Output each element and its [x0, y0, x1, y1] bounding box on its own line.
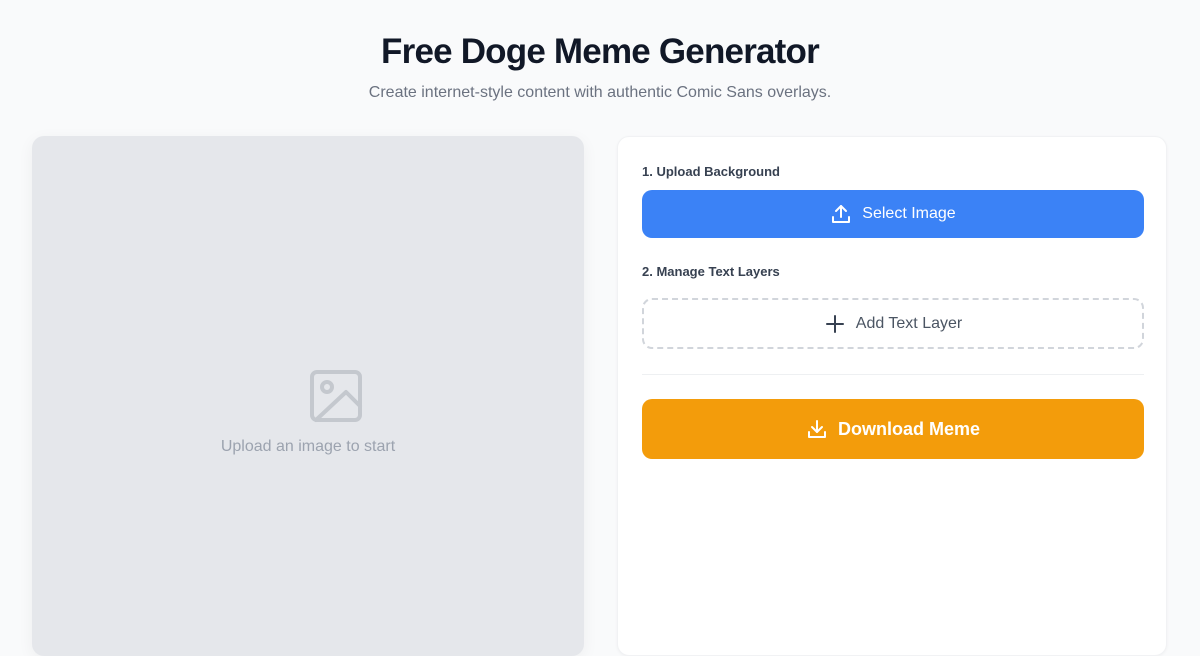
- layers-section-label: 2. Manage Text Layers: [642, 264, 780, 279]
- download-icon: [806, 418, 828, 440]
- divider: [642, 374, 1144, 375]
- download-meme-label: Download Meme: [837, 418, 980, 439]
- add-text-layer-label: Add Text Layer: [855, 314, 963, 332]
- page-subtitle: Create internet-style content with authe…: [368, 84, 832, 101]
- canvas-placeholder-text: Upload an image to start: [220, 438, 396, 455]
- download-meme-button[interactable]: Download Meme: [642, 399, 1144, 459]
- plus-icon: [824, 313, 846, 335]
- upload-section-label: 1. Upload Background: [642, 164, 780, 179]
- image-icon: [308, 368, 364, 424]
- select-image-label: Select Image: [862, 205, 956, 222]
- controls-panel: 1. Upload Background Select Image 2. Man…: [617, 136, 1167, 656]
- page-title: Free Doge Meme Generator: [381, 32, 820, 71]
- meme-canvas: Upload an image to start: [32, 136, 584, 656]
- add-text-layer-button[interactable]: Add Text Layer: [642, 298, 1144, 349]
- upload-icon: [830, 203, 852, 225]
- select-image-button[interactable]: Select Image: [642, 190, 1144, 238]
